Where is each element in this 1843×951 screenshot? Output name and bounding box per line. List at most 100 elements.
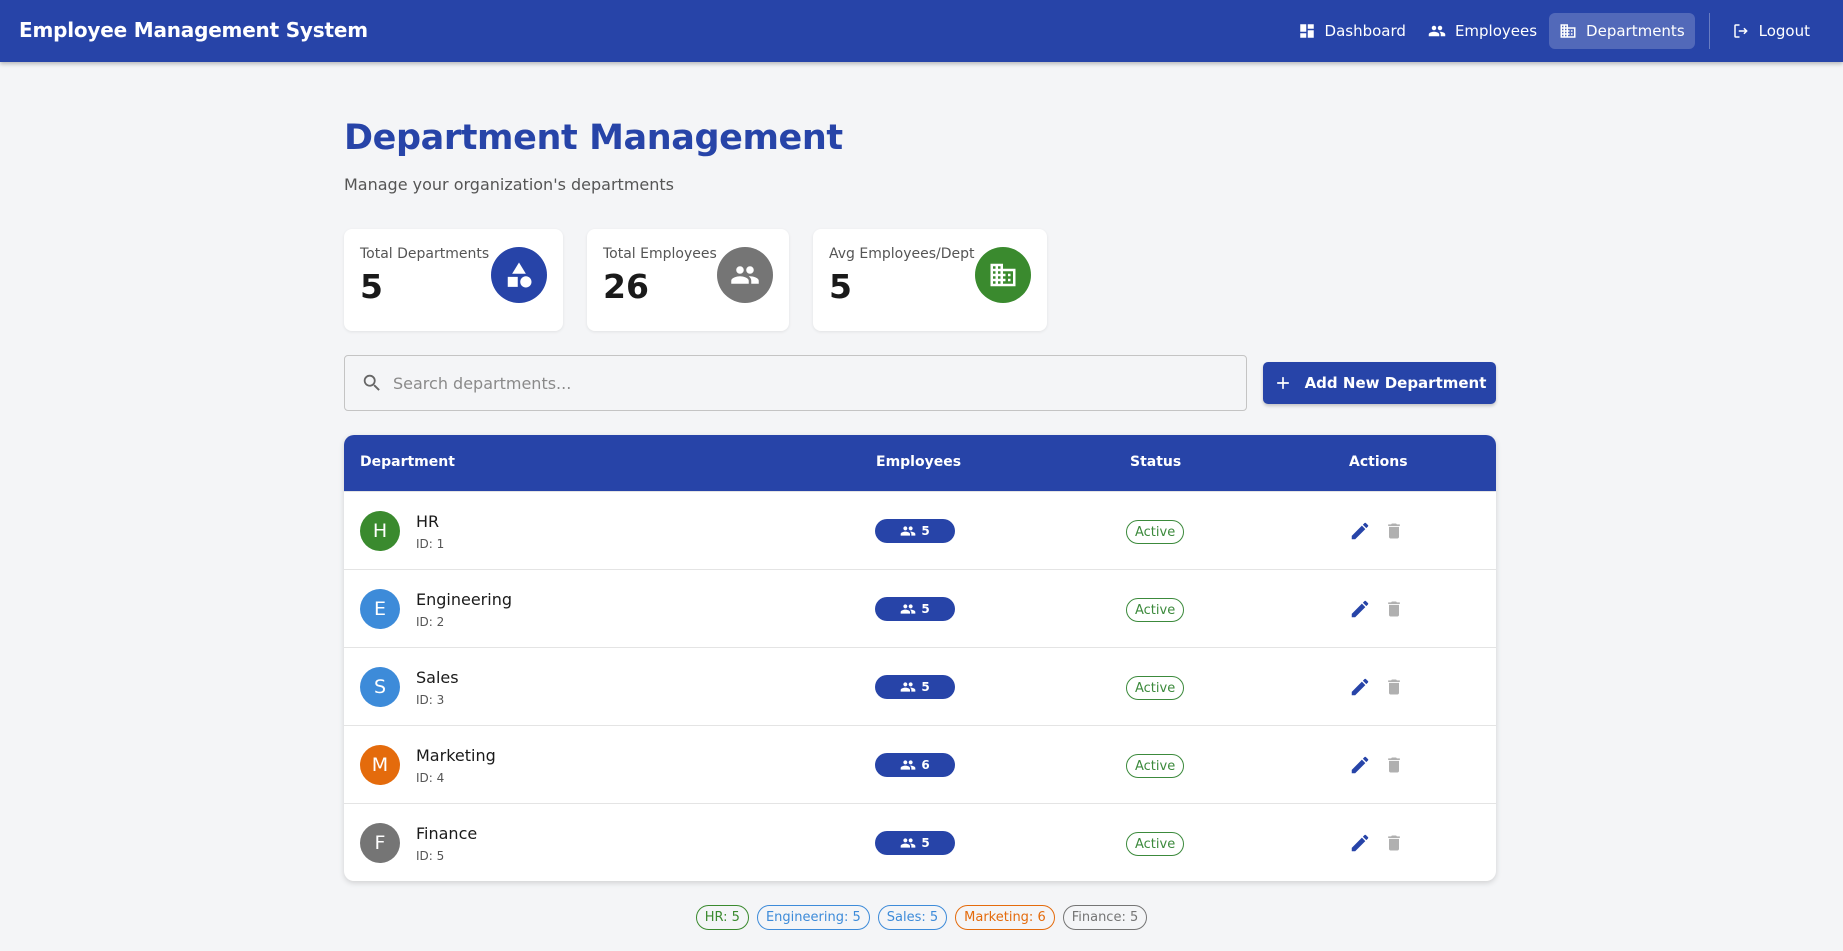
- stat-label: Avg Employees/Dept: [829, 246, 975, 262]
- stat-value: 26: [603, 267, 649, 306]
- summary-chip-engineering: Engineering: 5: [756, 905, 870, 930]
- employee-count: 6: [921, 758, 930, 772]
- employee-count: 5: [921, 680, 930, 694]
- app-bar: Employee Management System Dashboard Emp…: [0, 0, 1843, 62]
- department-name: Sales: [416, 668, 459, 687]
- stat-card-avg-employees: Avg Employees/Dept 5: [813, 229, 1047, 331]
- category-icon: [491, 247, 547, 303]
- page-title: Department Management: [344, 118, 843, 158]
- people-icon: [717, 247, 773, 303]
- logout-label: Logout: [1758, 22, 1810, 40]
- employee-count-badge: 6: [875, 753, 955, 777]
- business-icon: [1559, 22, 1577, 40]
- table-row: H HR ID: 1 5 Active: [344, 491, 1496, 569]
- edit-button[interactable]: [1347, 752, 1373, 778]
- employee-count: 5: [921, 602, 930, 616]
- header-department: Department: [360, 454, 455, 470]
- dashboard-icon: [1298, 22, 1316, 40]
- delete-button[interactable]: [1381, 518, 1407, 544]
- add-department-label: Add New Department: [1304, 374, 1487, 392]
- stat-label: Total Departments: [360, 246, 490, 262]
- stat-label: Total Employees: [603, 246, 717, 262]
- department-name: Finance: [416, 824, 478, 843]
- edit-icon: [1349, 676, 1371, 698]
- employee-count-badge: 5: [875, 597, 955, 621]
- people-icon: [900, 835, 916, 851]
- department-id: ID: 3: [416, 693, 445, 707]
- edit-icon: [1349, 754, 1371, 776]
- delete-button[interactable]: [1381, 830, 1407, 856]
- business-icon: [975, 247, 1031, 303]
- nav-employees-label: Employees: [1454, 22, 1538, 40]
- department-id: ID: 1: [416, 537, 445, 551]
- nav-employees[interactable]: Employees: [1418, 13, 1547, 49]
- add-icon: [1273, 373, 1293, 393]
- stat-card-total-employees: Total Employees 26: [587, 229, 789, 331]
- avatar: H: [360, 511, 400, 551]
- table-row: S Sales ID: 3 5 Active: [344, 647, 1496, 725]
- edit-button[interactable]: [1347, 518, 1373, 544]
- delete-button[interactable]: [1381, 596, 1407, 622]
- stat-card-total-departments: Total Departments 5: [344, 229, 563, 331]
- edit-icon: [1349, 832, 1371, 854]
- header-status: Status: [1130, 454, 1182, 470]
- avatar: S: [360, 667, 400, 707]
- people-icon: [900, 679, 916, 695]
- logout-button[interactable]: Logout: [1722, 13, 1820, 49]
- avatar: M: [360, 745, 400, 785]
- department-id: ID: 2: [416, 615, 445, 629]
- app-title: Employee Management System: [19, 18, 368, 42]
- employee-count-badge: 5: [875, 519, 955, 543]
- stat-value: 5: [829, 267, 852, 306]
- nav-dashboard[interactable]: Dashboard: [1288, 13, 1416, 49]
- edit-button[interactable]: [1347, 674, 1373, 700]
- delete-icon: [1384, 521, 1404, 541]
- status-badge: Active: [1126, 754, 1185, 778]
- people-icon: [900, 601, 916, 617]
- page-subtitle: Manage your organization's departments: [344, 175, 674, 194]
- header-actions: Actions: [1349, 454, 1408, 470]
- nav-divider: [1708, 13, 1710, 49]
- department-summary-chips: HR: 5 Engineering: 5 Sales: 5 Marketing:…: [0, 905, 1843, 930]
- employee-count-badge: 5: [875, 675, 955, 699]
- delete-icon: [1384, 755, 1404, 775]
- edit-icon: [1349, 520, 1371, 542]
- employee-count: 5: [921, 524, 930, 538]
- department-id: ID: 4: [416, 771, 445, 785]
- table-header: Department Employees Status Actions: [344, 435, 1496, 491]
- main-nav: Dashboard Employees Departments Logout: [1286, 0, 1843, 62]
- delete-icon: [1384, 599, 1404, 619]
- nav-departments-label: Departments: [1586, 22, 1685, 40]
- department-name: Marketing: [416, 746, 496, 765]
- department-name: Engineering: [416, 590, 512, 609]
- add-department-button[interactable]: Add New Department: [1263, 362, 1496, 404]
- summary-chip-sales: Sales: 5: [877, 905, 948, 930]
- nav-departments[interactable]: Departments: [1549, 13, 1695, 49]
- table-row: F Finance ID: 5 5 Active: [344, 803, 1496, 881]
- avatar: F: [360, 823, 400, 863]
- people-icon: [900, 757, 916, 773]
- people-icon: [1428, 22, 1446, 40]
- search-field[interactable]: [344, 355, 1247, 411]
- employee-count-badge: 5: [875, 831, 955, 855]
- employee-count: 5: [921, 836, 930, 850]
- stat-value: 5: [360, 267, 383, 306]
- status-badge: Active: [1126, 520, 1185, 544]
- edit-button[interactable]: [1347, 596, 1373, 622]
- edit-button[interactable]: [1347, 830, 1373, 856]
- delete-button[interactable]: [1381, 752, 1407, 778]
- summary-chip-marketing: Marketing: 6: [955, 905, 1055, 930]
- nav-dashboard-label: Dashboard: [1324, 22, 1406, 40]
- summary-chip-finance: Finance: 5: [1062, 905, 1148, 930]
- delete-button[interactable]: [1381, 674, 1407, 700]
- status-badge: Active: [1126, 832, 1185, 856]
- table-row: M Marketing ID: 4 6 Active: [344, 725, 1496, 803]
- edit-icon: [1349, 598, 1371, 620]
- logout-icon: [1732, 22, 1750, 40]
- delete-icon: [1384, 677, 1404, 697]
- table-row: E Engineering ID: 2 5 Active: [344, 569, 1496, 647]
- status-badge: Active: [1126, 598, 1185, 622]
- header-employees: Employees: [876, 454, 962, 470]
- avatar: E: [360, 589, 400, 629]
- search-input[interactable]: [393, 373, 1233, 393]
